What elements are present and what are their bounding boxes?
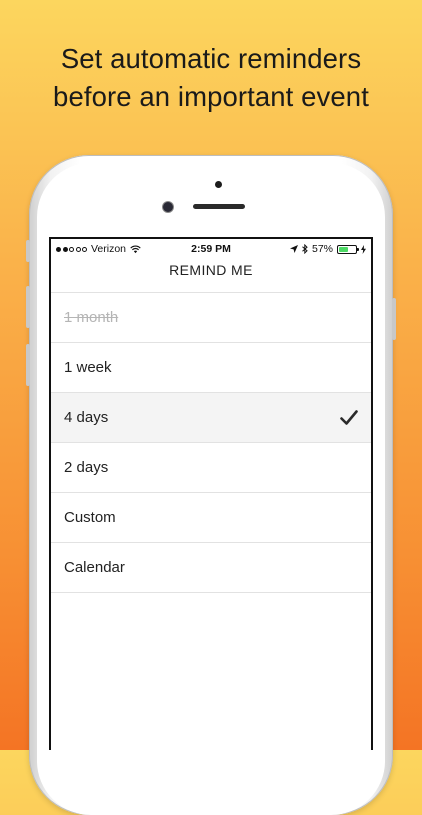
option-label: 2 days [64, 459, 109, 476]
battery-icon [337, 244, 359, 254]
headline-line-1: Set automatic reminders [60, 43, 362, 74]
volume-down-button [26, 344, 30, 386]
power-button [392, 298, 396, 340]
app-screen: Verizon 2:59 PM 57% REMIND ME 1 month 1 … [49, 237, 373, 750]
option-2-days[interactable]: 2 days [51, 443, 371, 493]
status-right: 57% [289, 243, 366, 255]
option-4-days[interactable]: 4 days [51, 393, 371, 443]
option-label: Custom [64, 509, 116, 526]
headline-line-2: before an important event [53, 81, 369, 112]
nav-bar: REMIND ME [51, 259, 371, 293]
page-title: REMIND ME [169, 262, 253, 278]
status-bar: Verizon 2:59 PM 57% [51, 239, 371, 259]
bluetooth-icon [302, 244, 308, 254]
headline: Set automatic reminders before an import… [0, 40, 422, 116]
front-camera-dot [215, 181, 222, 188]
camera-lens [163, 202, 173, 212]
option-1-week[interactable]: 1 week [51, 343, 371, 393]
mute-switch [26, 240, 30, 262]
reminder-options-list: 1 month 1 week 4 days 2 days Custom Cale… [51, 293, 371, 593]
option-label: 1 month [64, 309, 119, 326]
charging-bolt-icon [361, 244, 366, 254]
option-label: Calendar [64, 559, 125, 576]
volume-up-button [26, 286, 30, 328]
battery-percent: 57% [311, 243, 333, 255]
checkmark-icon [340, 410, 358, 425]
option-calendar[interactable]: Calendar [51, 543, 371, 593]
option-label: 1 week [64, 359, 112, 376]
location-arrow-icon [289, 245, 298, 253]
option-1-month[interactable]: 1 month [51, 293, 371, 343]
earpiece-speaker [193, 204, 245, 209]
option-custom[interactable]: Custom [51, 493, 371, 543]
option-label: 4 days [64, 409, 109, 426]
